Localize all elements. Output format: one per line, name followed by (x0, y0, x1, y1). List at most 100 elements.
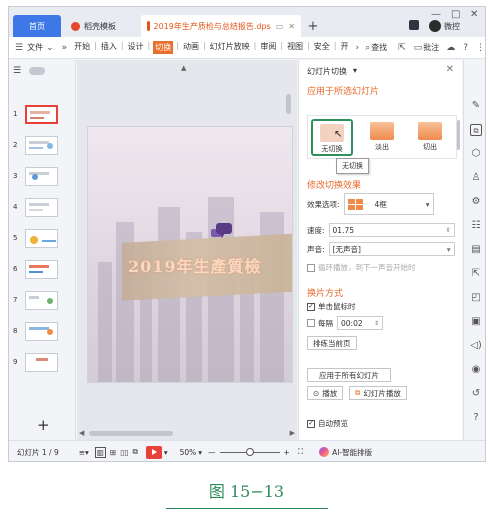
thumbnail-2[interactable]: 2 (13, 135, 58, 155)
user-account[interactable]: 微控 (429, 20, 460, 32)
thumbnail-8[interactable]: 8 (13, 321, 58, 341)
new-tab-button[interactable]: + (305, 15, 321, 37)
comment-icon[interactable]: ▭ (414, 43, 423, 53)
effect-cut[interactable]: 切出 (409, 119, 451, 156)
tab-animation[interactable]: 动画 (182, 41, 200, 54)
on-click-checkbox[interactable]: ✓ (307, 302, 315, 311)
current-slide[interactable]: 2019年生產質檢 (87, 126, 293, 383)
speed-input[interactable]: 01.75 ⇕ (328, 223, 455, 237)
history-icon[interactable]: ↺ (470, 388, 482, 400)
zoom-in-button[interactable]: + (284, 448, 290, 457)
stepper-icon[interactable]: ⇕ (374, 320, 379, 327)
on-click-row[interactable]: ✓ 单击鼠标时 (307, 301, 356, 312)
audio-icon[interactable]: ◁) (470, 340, 482, 352)
thumbnail-6[interactable]: 6 (13, 259, 58, 279)
help-circle-icon[interactable]: ? (470, 412, 482, 424)
scroll-right-icon[interactable]: ▶ (290, 429, 295, 437)
sorter-view-icon[interactable]: ⊞ (110, 448, 116, 457)
transition-panel-icon[interactable]: ⧉ (470, 124, 482, 136)
rehearse-current-button[interactable]: 排练当前页 (307, 336, 357, 350)
effect-none[interactable]: 无切换 ↖ (311, 119, 353, 156)
pane-dropdown-icon[interactable]: ▾ (353, 66, 357, 75)
every-checkbox[interactable] (307, 319, 315, 327)
adjust-icon[interactable]: ☷ (470, 220, 482, 232)
ai-layout-button[interactable]: AI-智能排版 (319, 447, 372, 458)
loop-checkbox[interactable] (307, 263, 315, 272)
close-window-button[interactable]: ✕ (470, 9, 478, 20)
scroll-up-icon[interactable]: ▲ (181, 64, 186, 72)
cloud-icon[interactable]: ☁ (446, 43, 455, 53)
slideshow-button[interactable]: ⧉ 幻灯片播放 (349, 386, 407, 400)
annotate-button[interactable]: 批注 (422, 42, 440, 53)
pin-icon[interactable]: ✎ (470, 100, 482, 112)
stepper-icon[interactable]: ⇕ (446, 227, 451, 234)
tab-view[interactable]: 视图 (286, 41, 304, 54)
chevron-down-icon[interactable]: ⌄ (46, 43, 54, 53)
auto-preview-checkbox[interactable]: ✓ (307, 419, 315, 428)
close-pane-button[interactable]: ✕ (446, 64, 454, 75)
auto-preview-row[interactable]: ✓ 自动预览 (307, 418, 348, 429)
horizontal-scrollbar[interactable] (89, 431, 173, 436)
animation-icon[interactable]: ♙ (470, 172, 482, 184)
record-icon[interactable]: ◉ (470, 364, 482, 376)
reading-view-icon[interactable]: ▯▯ (120, 448, 128, 457)
more-tabs-icon[interactable]: » (62, 43, 68, 53)
chevron-down-icon[interactable]: ▾ (198, 448, 202, 457)
tab-start[interactable]: 开始 (73, 41, 91, 54)
tab-security[interactable]: 安全 (313, 41, 331, 54)
share-icon[interactable]: ⇱ (398, 43, 406, 53)
tab-window-icon[interactable]: ▭ (276, 22, 284, 31)
play-slideshow-button[interactable] (145, 445, 162, 459)
export-icon[interactable]: ⇱ (470, 268, 482, 280)
apply-all-button[interactable]: 应用于所有幻灯片 (307, 368, 391, 382)
every-time-input[interactable]: 00:02 ⇕ (337, 316, 383, 330)
thumbnail-4[interactable]: 4 (13, 197, 58, 217)
vertical-scrollbar[interactable] (286, 94, 291, 114)
tab-templates[interactable]: 稻壳模板 (65, 15, 139, 37)
minimize-button[interactable]: — (431, 9, 441, 20)
tab-insert[interactable]: 插入 (100, 41, 118, 54)
search-button[interactable]: 查找 (370, 42, 388, 53)
add-slide-button[interactable]: + (37, 416, 50, 434)
fit-window-icon[interactable]: ⛶ (298, 447, 303, 457)
property-icon[interactable]: ⚙ (470, 196, 482, 208)
image-icon[interactable]: ▣ (470, 316, 482, 328)
effect-fade[interactable]: 淡出 (361, 119, 403, 156)
tab-close-icon[interactable]: ✕ (288, 22, 295, 31)
slide-canvas[interactable]: ▲ 2019年生產質檢 ◀ ▶ (77, 60, 297, 440)
thumbnail-1[interactable]: 1 (13, 104, 58, 124)
play-button[interactable]: ⊙ 播放 (307, 386, 344, 400)
thumbnail-3[interactable]: 3 (13, 166, 58, 186)
zoom-out-button[interactable]: — (208, 448, 216, 457)
maximize-button[interactable]: □ (451, 9, 460, 20)
thumbnail-9[interactable]: 9 (13, 352, 58, 372)
gallery-scrollbar[interactable] (457, 120, 460, 150)
shape-icon[interactable]: ⬡ (470, 148, 482, 160)
clipboard-icon[interactable]: ▤ (470, 244, 482, 256)
file-menu[interactable]: 文件 (26, 42, 44, 53)
chevron-down-icon[interactable]: ▾ (164, 448, 168, 457)
hamburger-menu-icon[interactable]: ☰ (15, 43, 23, 53)
normal-view-icon[interactable]: ▥ (94, 446, 106, 458)
tab-slideshow[interactable]: 幻灯片放映 (209, 41, 251, 54)
tab-document[interactable]: 2019年生产质检与总结报告.dps ▭ ✕ (141, 15, 301, 37)
scroll-left-icon[interactable]: ◀ (79, 429, 84, 437)
layout-toggle[interactable] (409, 20, 419, 30)
sound-select[interactable]: [无声音] ▾ (328, 242, 455, 256)
layers-icon[interactable]: ◰ (470, 292, 482, 304)
tab-more[interactable]: 开 (339, 41, 349, 54)
loop-row[interactable]: 循环播放，到下一声音开始时 (307, 262, 416, 273)
thumbnail-7[interactable]: 7 (13, 290, 58, 310)
tab-home[interactable]: 首页 (13, 15, 61, 37)
tab-transitions[interactable]: 切换 (153, 41, 174, 54)
tab-design[interactable]: 设计 (127, 41, 145, 54)
effect-option-select[interactable]: 4框 ▾ (343, 193, 434, 215)
presenter-view-icon[interactable]: ⧉ (132, 447, 137, 457)
notes-icon[interactable]: ≡▾ (79, 448, 89, 457)
help-button[interactable]: ? (463, 43, 468, 53)
ribbon-scroll-right-icon[interactable]: › (355, 43, 359, 53)
tab-review[interactable]: 审阅 (259, 41, 277, 54)
zoom-level[interactable]: 50% (180, 448, 197, 457)
outline-view-icon[interactable]: ☰ (13, 66, 21, 76)
thumbnail-view-icon[interactable] (29, 67, 46, 75)
